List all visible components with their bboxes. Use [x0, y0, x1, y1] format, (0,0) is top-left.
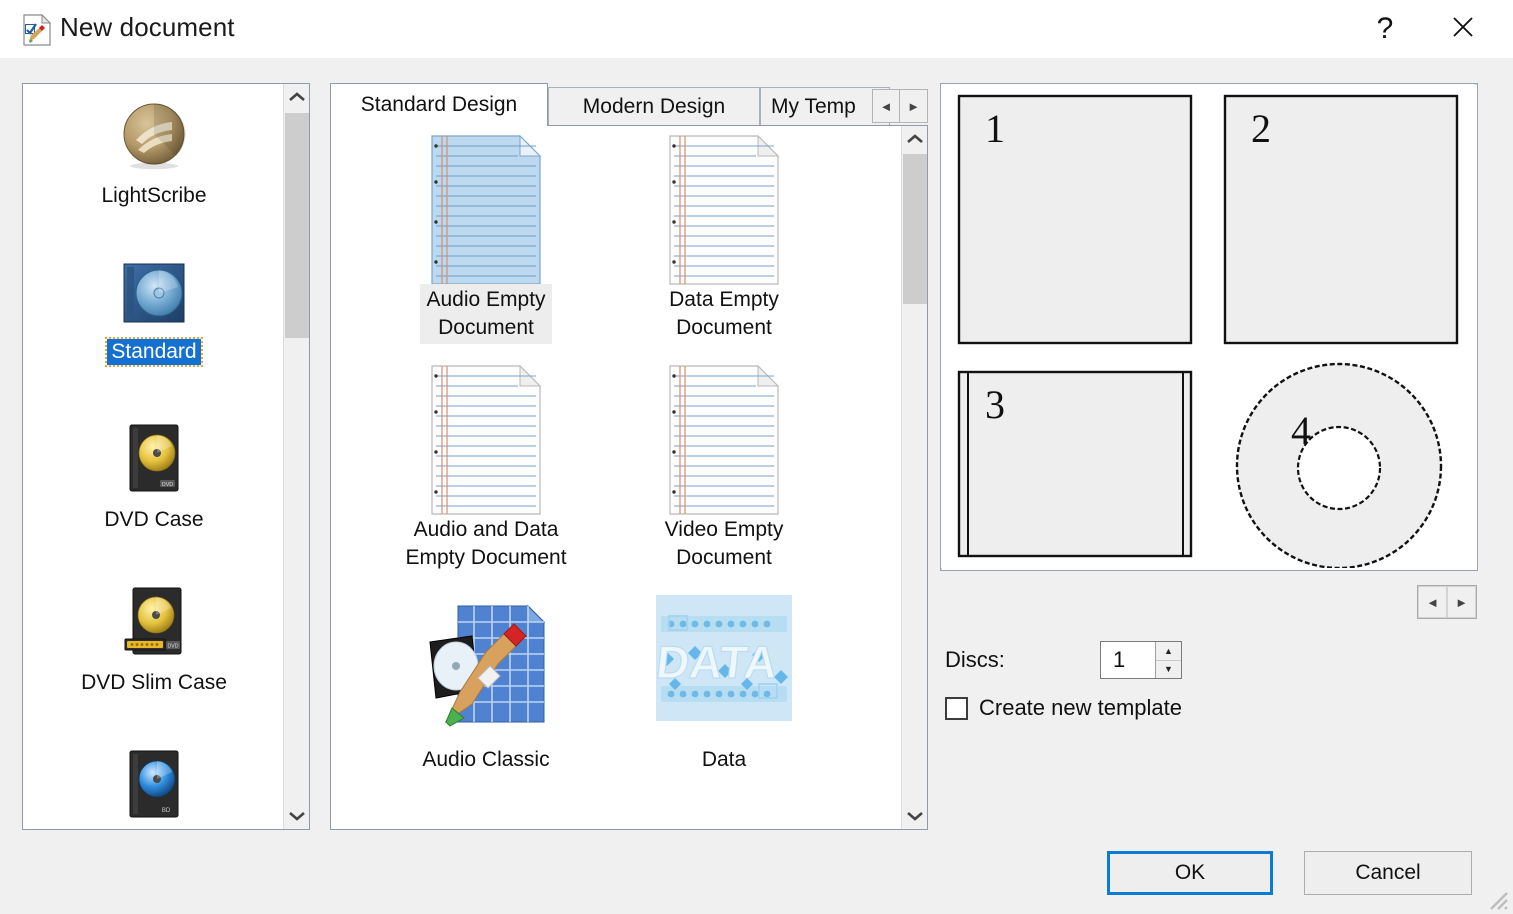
- template-item-audio-classic[interactable]: Audio Classic: [361, 594, 611, 776]
- tab-label: Standard Design: [360, 93, 518, 116]
- audio-classic-icon: [361, 594, 611, 744]
- category-list-viewport: LightScribe Standard DVD DVD Case DVD DV…: [23, 84, 285, 829]
- preview-prev-icon[interactable]: ◄: [1418, 586, 1447, 618]
- template-label: Video Empty Document: [664, 518, 784, 569]
- preview-section: 1 2 3 4 ◄ ► Discs: 1 ▲ ▼ Create new temp…: [940, 83, 1491, 830]
- tab-my-templates[interactable]: My Temp: [760, 87, 890, 125]
- tabstrip: Standard Design Modern Design My Temp ◄ …: [330, 83, 928, 126]
- sidebar-item-partial[interactable]: BD: [23, 750, 285, 829]
- resize-grip[interactable]: [1483, 885, 1509, 911]
- discs-label: Discs:: [945, 647, 1005, 672]
- preview-next-icon[interactable]: ►: [1447, 586, 1476, 618]
- svg-text:DVD: DVD: [162, 482, 173, 488]
- tab-standard-design[interactable]: Standard Design: [330, 83, 548, 126]
- templates-scroll-thumb[interactable]: [903, 154, 927, 304]
- discs-stepper[interactable]: 1 ▲ ▼: [1100, 641, 1182, 679]
- sidebar-item-dvd-slim-case[interactable]: DVD DVD Slim Case: [23, 587, 285, 696]
- svg-text:1: 1: [985, 106, 1005, 151]
- blu-ray-case-icon: BD: [23, 750, 285, 825]
- sidebar-scroll-thumb[interactable]: [285, 113, 309, 338]
- window-title: New document: [60, 12, 235, 42]
- preview-nav-buttons[interactable]: ◄ ►: [1417, 585, 1477, 619]
- template-item-audio-empty-document[interactable]: Audio Empty Document: [361, 134, 611, 344]
- tab-label: Modern Design: [582, 94, 726, 118]
- scroll-down-icon[interactable]: [284, 803, 310, 829]
- tab-scroll-buttons[interactable]: ◄ ►: [872, 89, 928, 123]
- sidebar-item-lightscribe[interactable]: LightScribe: [23, 98, 285, 209]
- create-new-template-row[interactable]: Create new template: [945, 695, 1182, 721]
- discs-decrement-icon[interactable]: ▼: [1156, 659, 1181, 678]
- svg-text:BD: BD: [162, 808, 171, 814]
- discs-row: Discs: 1 ▲ ▼: [945, 641, 1182, 679]
- discs-increment-icon[interactable]: ▲: [1156, 642, 1181, 660]
- document-preview[interactable]: 1 2 3 4: [940, 83, 1478, 571]
- create-new-template-label: Create new template: [979, 695, 1182, 720]
- templates-section: Standard Design Modern Design My Temp ◄ …: [330, 83, 928, 830]
- template-label: Audio and Data Empty Document: [405, 518, 567, 569]
- sidebar-item-dvd-case[interactable]: DVD DVD Case: [23, 424, 285, 533]
- sidebar-item-label: LightScribe: [101, 184, 207, 207]
- sidebar-item-label: DVD Slim Case: [81, 671, 227, 694]
- close-icon: [1448, 12, 1478, 47]
- help-button[interactable]: ?: [1357, 0, 1413, 58]
- close-button[interactable]: [1435, 0, 1491, 58]
- lined-page-video-icon: [599, 364, 849, 515]
- template-item-video-empty-document[interactable]: Video Empty Document: [599, 364, 849, 574]
- lined-page-data-icon: [599, 134, 849, 285]
- template-label: Audio Classic: [422, 748, 550, 771]
- sidebar-item-standard[interactable]: Standard: [23, 262, 285, 367]
- scroll-up-icon[interactable]: [284, 84, 310, 110]
- standard-jewel-case-icon: [23, 262, 285, 331]
- tab-modern-design[interactable]: Modern Design: [548, 87, 760, 125]
- dvd-case-icon: DVD: [23, 424, 285, 499]
- svg-text:2: 2: [1251, 106, 1271, 151]
- cancel-button-label: Cancel: [1355, 861, 1421, 884]
- scroll-down-icon[interactable]: [902, 803, 928, 829]
- cancel-button[interactable]: Cancel: [1304, 851, 1472, 895]
- sidebar-scrollbar[interactable]: [283, 84, 309, 829]
- sidebar-item-label: Standard: [105, 337, 203, 367]
- svg-text:DVD: DVD: [168, 643, 179, 649]
- new-document-icon: [22, 13, 52, 46]
- tab-scroll-left-icon[interactable]: ◄: [872, 89, 900, 123]
- create-new-template-checkbox[interactable]: [945, 696, 968, 720]
- template-label: Audio Empty Document: [420, 284, 552, 344]
- svg-text:3: 3: [985, 382, 1005, 427]
- templates-panel: Audio Empty Document Data Empty Document…: [330, 125, 928, 830]
- title-bar: New document ?: [0, 0, 1513, 58]
- dvd-slim-case-icon: DVD: [23, 587, 285, 662]
- templates-grid: Audio Empty Document Data Empty Document…: [331, 126, 899, 829]
- lined-page-audio-icon: [361, 134, 611, 285]
- discs-stepper-buttons[interactable]: ▲ ▼: [1155, 642, 1181, 678]
- templates-scrollbar[interactable]: [901, 126, 927, 829]
- svg-text:4: 4: [1291, 408, 1311, 453]
- template-label: Data: [701, 748, 747, 771]
- sidebar-item-label: DVD Case: [104, 508, 204, 531]
- help-icon: ?: [1376, 12, 1394, 45]
- lightscribe-disc-icon: [23, 98, 285, 175]
- scroll-up-icon[interactable]: [902, 126, 928, 152]
- template-item-data[interactable]: DATA Data: [599, 594, 849, 776]
- template-item-audio-and-data-empty-document[interactable]: Audio and Data Empty Document: [361, 364, 611, 574]
- ok-button[interactable]: OK: [1107, 851, 1273, 895]
- lined-page-audio-data-icon: [361, 364, 611, 515]
- template-item-data-empty-document[interactable]: Data Empty Document: [599, 134, 849, 344]
- svg-text:DATA: DATA: [655, 636, 780, 688]
- ok-button-label: OK: [1174, 861, 1206, 884]
- tab-scroll-right-icon[interactable]: ►: [900, 89, 928, 123]
- template-label: Data Empty Document: [669, 288, 779, 339]
- category-list[interactable]: LightScribe Standard DVD DVD Case DVD DV…: [22, 83, 310, 830]
- tab-label: My Temp: [771, 94, 856, 118]
- discs-input[interactable]: 1: [1101, 642, 1155, 678]
- data-template-icon: DATA: [599, 594, 849, 744]
